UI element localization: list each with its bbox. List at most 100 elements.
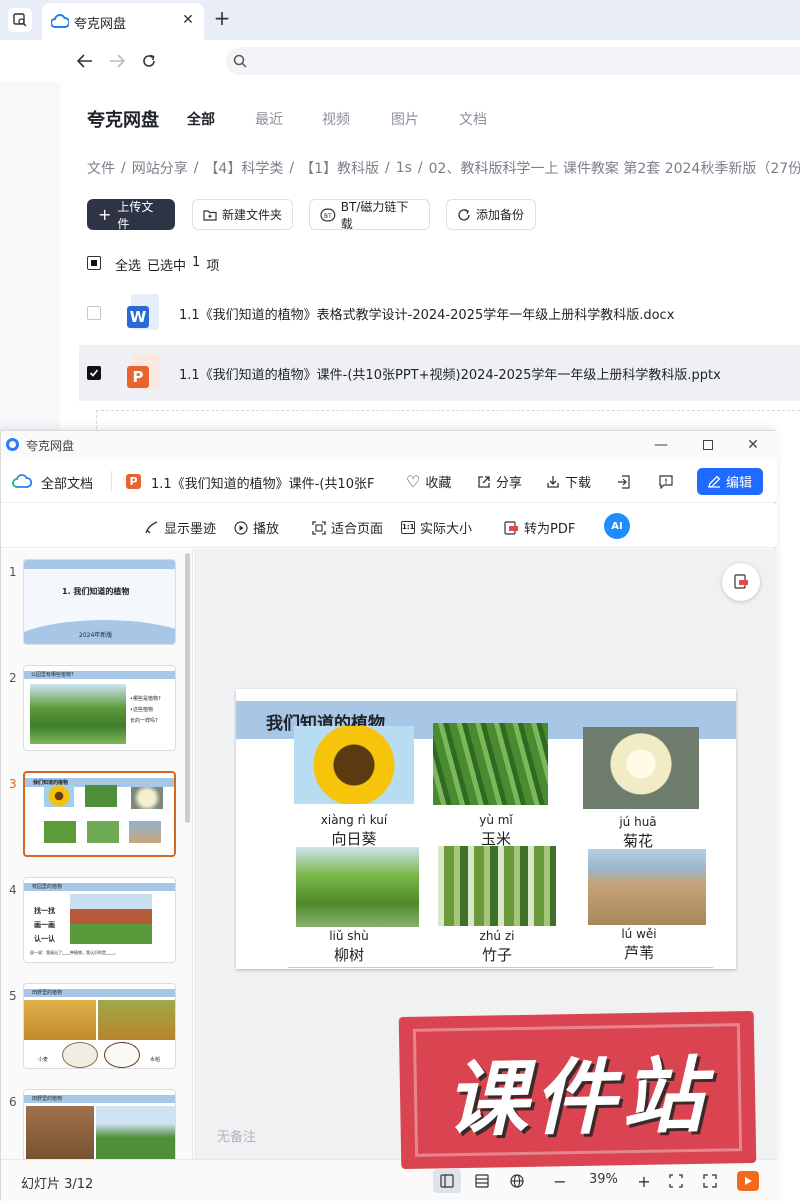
ai-assistant-icon[interactable]: AI — [604, 513, 630, 539]
thumbnail-number: 1 — [9, 565, 17, 579]
convert-pdf-button[interactable]: 转为PDF — [504, 518, 575, 537]
file-name[interactable]: 1.1《我们知道的植物》表格式教学设计-2024-2025学年一年级上册科学教科… — [179, 304, 674, 323]
edit-button[interactable]: 编辑 — [697, 468, 763, 495]
file-checkbox-checked[interactable] — [87, 366, 101, 380]
all-documents-link[interactable]: 全部文档 — [41, 473, 93, 492]
reload-icon[interactable] — [138, 50, 160, 72]
slide-thumbnail-6[interactable]: 田野里的植物 — [23, 1089, 176, 1159]
feedback-icon[interactable] — [657, 473, 675, 491]
speaker-notes[interactable]: 无备注 — [217, 1126, 256, 1145]
drive-app-name: 夸克网盘 — [87, 110, 159, 131]
viewer-status-bar: 幻灯片 3/12 − 39% + — [1, 1159, 777, 1201]
breadcrumb-item[interactable]: 1s — [396, 160, 412, 176]
thumbnail-scrollbar[interactable] — [185, 553, 190, 823]
slide-thumbnail-1[interactable]: 1. 我们知道的植物 2024年新版 — [23, 559, 176, 645]
new-tab-button[interactable]: + — [210, 6, 234, 30]
thumb2-line: 长的一样吗? — [130, 718, 158, 724]
maximize-icon[interactable] — [698, 435, 718, 455]
plus-icon: + — [98, 204, 112, 224]
ppt-icon: P — [127, 354, 161, 392]
bt-download-button[interactable]: BT BT/磁力链下载 — [309, 199, 430, 231]
sync-icon — [458, 208, 470, 221]
show-ink-label: 显示墨迹 — [164, 522, 217, 537]
zoom-in-icon[interactable]: + — [633, 1169, 655, 1193]
selection-summary: 全选 已选中 1 项 — [115, 255, 219, 274]
new-folder-button[interactable]: 新建文件夹 — [192, 199, 293, 230]
ppt-file-icon: P — [126, 474, 141, 489]
watermark-stamp: 课件站 — [398, 1010, 757, 1170]
tab-video[interactable]: 视频 — [322, 109, 350, 129]
breadcrumb-item[interactable]: 02、教科版科学一上 课件教案 第2套 2024秋季新版（27份） — [429, 158, 800, 178]
show-ink-button[interactable]: 显示墨迹 — [144, 518, 216, 537]
thumbnail-number-active: 3 — [9, 777, 17, 791]
address-bar[interactable] — [226, 47, 800, 75]
slide-thumbnail-2[interactable]: 公园里有哪些植物? •哪些是植物? •这些植物 长的一样吗? — [23, 665, 176, 751]
breadcrumb-item[interactable]: 【4】科学类 — [204, 158, 283, 178]
breadcrumb-item[interactable]: 网站分享 — [132, 158, 188, 178]
plant-pinyin: jú huā — [619, 815, 657, 829]
download-button[interactable]: 下载 — [546, 472, 591, 491]
file-row[interactable]: W 1.1《我们知道的植物》表格式教学设计-2024-2025学年一年级上册科学… — [79, 285, 800, 341]
svg-text:BT: BT — [324, 213, 332, 219]
tab-recent[interactable]: 最近 — [255, 109, 283, 129]
actual-size-icon: 1:1 — [401, 521, 415, 534]
file-checkbox[interactable] — [87, 306, 101, 320]
open-external-icon[interactable] — [615, 473, 633, 491]
thumb1-date: 2024年新版 — [79, 632, 113, 639]
share-icon — [478, 475, 490, 488]
grid-view-icon[interactable] — [471, 1169, 493, 1193]
breadcrumb-item[interactable]: 文件 — [87, 158, 115, 178]
select-all-label[interactable]: 全选 — [115, 255, 141, 274]
play-icon — [234, 520, 248, 535]
fit-page-button[interactable]: 适合页面 — [312, 518, 383, 537]
forward-icon[interactable] — [106, 50, 128, 72]
download-icon — [547, 475, 559, 488]
back-icon[interactable] — [74, 50, 96, 72]
select-all-checkbox[interactable] — [87, 256, 101, 270]
fit-page-icon — [312, 520, 326, 535]
thumb2-line: •哪些是植物? — [130, 696, 161, 702]
slideshow-play-icon[interactable] — [737, 1171, 759, 1191]
file-name[interactable]: 1.1《我们知道的植物》课件-(共10张PPT+视频)2024-2025学年一年… — [179, 364, 721, 383]
thumb5-label: 小麦 — [38, 1057, 49, 1063]
slide-counter: 幻灯片 3/12 — [21, 1177, 94, 1192]
upload-button[interactable]: + 上传文件 — [87, 199, 175, 231]
tab-images[interactable]: 图片 — [391, 109, 419, 129]
minimize-icon[interactable]: — — [651, 435, 671, 455]
close-tab-icon[interactable]: ✕ — [180, 12, 196, 28]
tab-search-icon[interactable] — [8, 8, 32, 32]
zoom-level[interactable]: 39% — [589, 1172, 618, 1187]
sunflower-image — [294, 726, 414, 804]
reed-image — [588, 849, 706, 925]
add-backup-button[interactable]: 添加备份 — [446, 199, 536, 230]
actual-size-button[interactable]: 1:1 实际大小 — [401, 518, 472, 537]
convert-pdf-float-icon[interactable] — [722, 563, 760, 601]
browser-tab[interactable]: 夸克网盘 ✕ — [42, 3, 204, 40]
pencil-icon — [708, 475, 721, 488]
slide-thumbnail-3-active[interactable]: 我们知道的植物 — [23, 771, 176, 857]
globe-icon[interactable] — [506, 1169, 528, 1193]
normal-view-icon[interactable] — [433, 1169, 461, 1193]
viewer-title-bar: 夸克网盘 — ✕ — [1, 431, 777, 459]
thumb5-title: 田野里的植物 — [32, 990, 63, 996]
breadcrumb-item[interactable]: 【1】教科版 — [300, 158, 379, 178]
plant-name: 菊花 — [622, 832, 653, 850]
fullscreen-icon[interactable] — [699, 1169, 721, 1193]
plant-pinyin: lú wěi — [621, 927, 657, 941]
thumbnail-number: 4 — [9, 883, 17, 897]
play-button[interactable]: 播放 — [234, 518, 279, 537]
share-button[interactable]: 分享 — [477, 472, 522, 491]
zoom-out-icon[interactable]: − — [549, 1169, 571, 1193]
close-window-icon[interactable]: ✕ — [743, 435, 763, 455]
plant-pinyin: liǔ shù — [329, 929, 369, 943]
browser-tab-bar: 夸克网盘 ✕ + — [0, 0, 800, 40]
tab-documents[interactable]: 文档 — [459, 109, 487, 129]
tab-all[interactable]: 全部 — [187, 109, 215, 129]
file-row-selected[interactable]: P 1.1《我们知道的植物》课件-(共10张PPT+视频)2024-2025学年… — [79, 345, 800, 401]
favorite-button[interactable]: ♡ 收藏 — [406, 472, 451, 491]
slide-thumbnail-4[interactable]: 校园里的植物 找一找 画一画 认一认 说一说：我画出了____种植物，我认识的是… — [23, 877, 176, 963]
quark-logo-icon — [6, 438, 19, 451]
fit-screen-icon[interactable] — [665, 1169, 687, 1193]
magnet-icon: BT — [320, 208, 336, 221]
slide-thumbnail-5[interactable]: 田野里的植物 小麦 水稻 — [23, 983, 176, 1069]
